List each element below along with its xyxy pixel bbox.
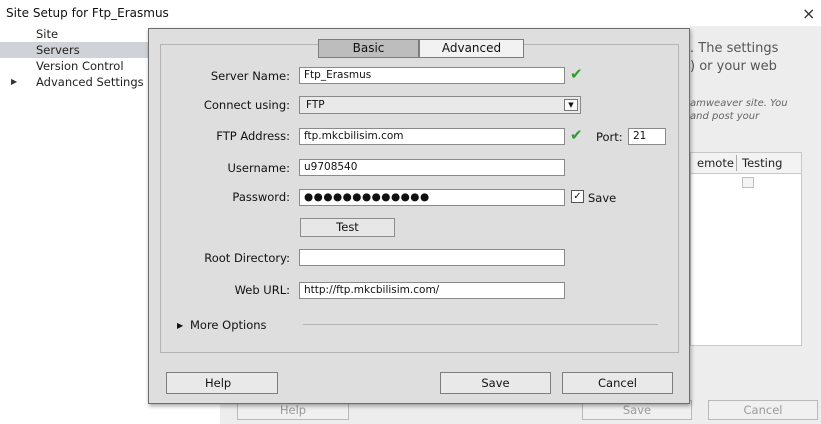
outer-info-italic: amweaver site. You and post your <box>690 97 788 123</box>
server-table-header: emote Testing <box>690 152 802 174</box>
valid-check-icon: ✔ <box>570 65 583 83</box>
server-table-body <box>690 174 802 346</box>
username-label: Username: <box>227 161 291 175</box>
root-directory-input[interactable] <box>299 249 565 266</box>
column-divider <box>736 155 737 171</box>
expand-triangle-icon[interactable]: ▶ <box>11 74 17 90</box>
ftp-address-input[interactable]: ftp.mkcbilisim.com <box>299 128 565 145</box>
divider <box>303 324 658 325</box>
port-label: Port: <box>596 130 623 144</box>
chevron-down-icon[interactable]: ▼ <box>564 99 578 111</box>
outer-info-text: . The settings ) or your web <box>690 40 778 76</box>
sidebar: Site Servers Version Control ▶ Advanced … <box>0 26 150 90</box>
root-directory-label: Root Directory: <box>204 251 290 265</box>
sidebar-item-label: Servers <box>36 43 80 57</box>
password-input[interactable]: ●●●●●●●●●●●●● <box>299 189 565 206</box>
column-header-testing[interactable]: Testing <box>742 156 782 170</box>
sidebar-item-label: Site <box>36 27 59 41</box>
tab-advanced[interactable]: Advanced <box>419 39 524 58</box>
outer-info-italic-line: amweaver site. You <box>690 98 788 109</box>
web-url-input[interactable]: http://ftp.mkcbilisim.com/ <box>299 282 565 299</box>
window-title: Site Setup for Ftp_Erasmus <box>6 6 169 20</box>
sidebar-item-advanced-settings[interactable]: ▶ Advanced Settings <box>0 74 150 90</box>
port-input[interactable]: 21 <box>628 128 666 145</box>
valid-check-icon: ✔ <box>570 126 583 144</box>
cancel-button[interactable]: Cancel <box>562 372 673 394</box>
sidebar-item-servers[interactable]: Servers <box>0 42 150 58</box>
outer-cancel-button[interactable]: Cancel <box>708 400 818 420</box>
sidebar-item-label: Version Control <box>36 59 124 73</box>
username-input[interactable]: u9708540 <box>299 159 565 176</box>
web-url-label: Web URL: <box>234 283 290 297</box>
save-password-label[interactable]: Save <box>588 191 616 205</box>
password-label: Password: <box>232 190 290 204</box>
connect-using-value: FTP <box>306 99 325 111</box>
testing-checkbox[interactable] <box>742 177 754 188</box>
help-button[interactable]: Help <box>166 372 278 394</box>
tab-basic[interactable]: Basic <box>318 39 419 58</box>
sidebar-item-label: Advanced Settings <box>36 75 144 89</box>
connect-using-label: Connect using: <box>203 98 290 112</box>
expand-triangle-icon[interactable]: ▶ <box>177 321 183 330</box>
server-name-label: Server Name: <box>210 69 290 83</box>
test-connection-button[interactable]: Test <box>300 218 395 237</box>
outer-info-italic-line: and post your <box>690 111 760 122</box>
sidebar-item-version-control[interactable]: Version Control <box>0 58 150 74</box>
server-name-input[interactable]: Ftp_Erasmus <box>299 67 565 84</box>
save-password-checkbox[interactable]: ✓ <box>571 190 584 203</box>
connect-using-select[interactable]: FTP ▼ <box>299 96 581 114</box>
column-header-remote[interactable]: emote <box>697 156 734 170</box>
save-button[interactable]: Save <box>440 372 551 394</box>
outer-info-line: . The settings <box>690 41 779 56</box>
ftp-address-label: FTP Address: <box>216 129 290 143</box>
close-icon[interactable]: × <box>802 4 815 23</box>
sidebar-item-site[interactable]: Site <box>0 26 150 42</box>
outer-info-line: ) or your web <box>690 59 777 74</box>
more-options-toggle[interactable]: More Options <box>190 318 267 332</box>
